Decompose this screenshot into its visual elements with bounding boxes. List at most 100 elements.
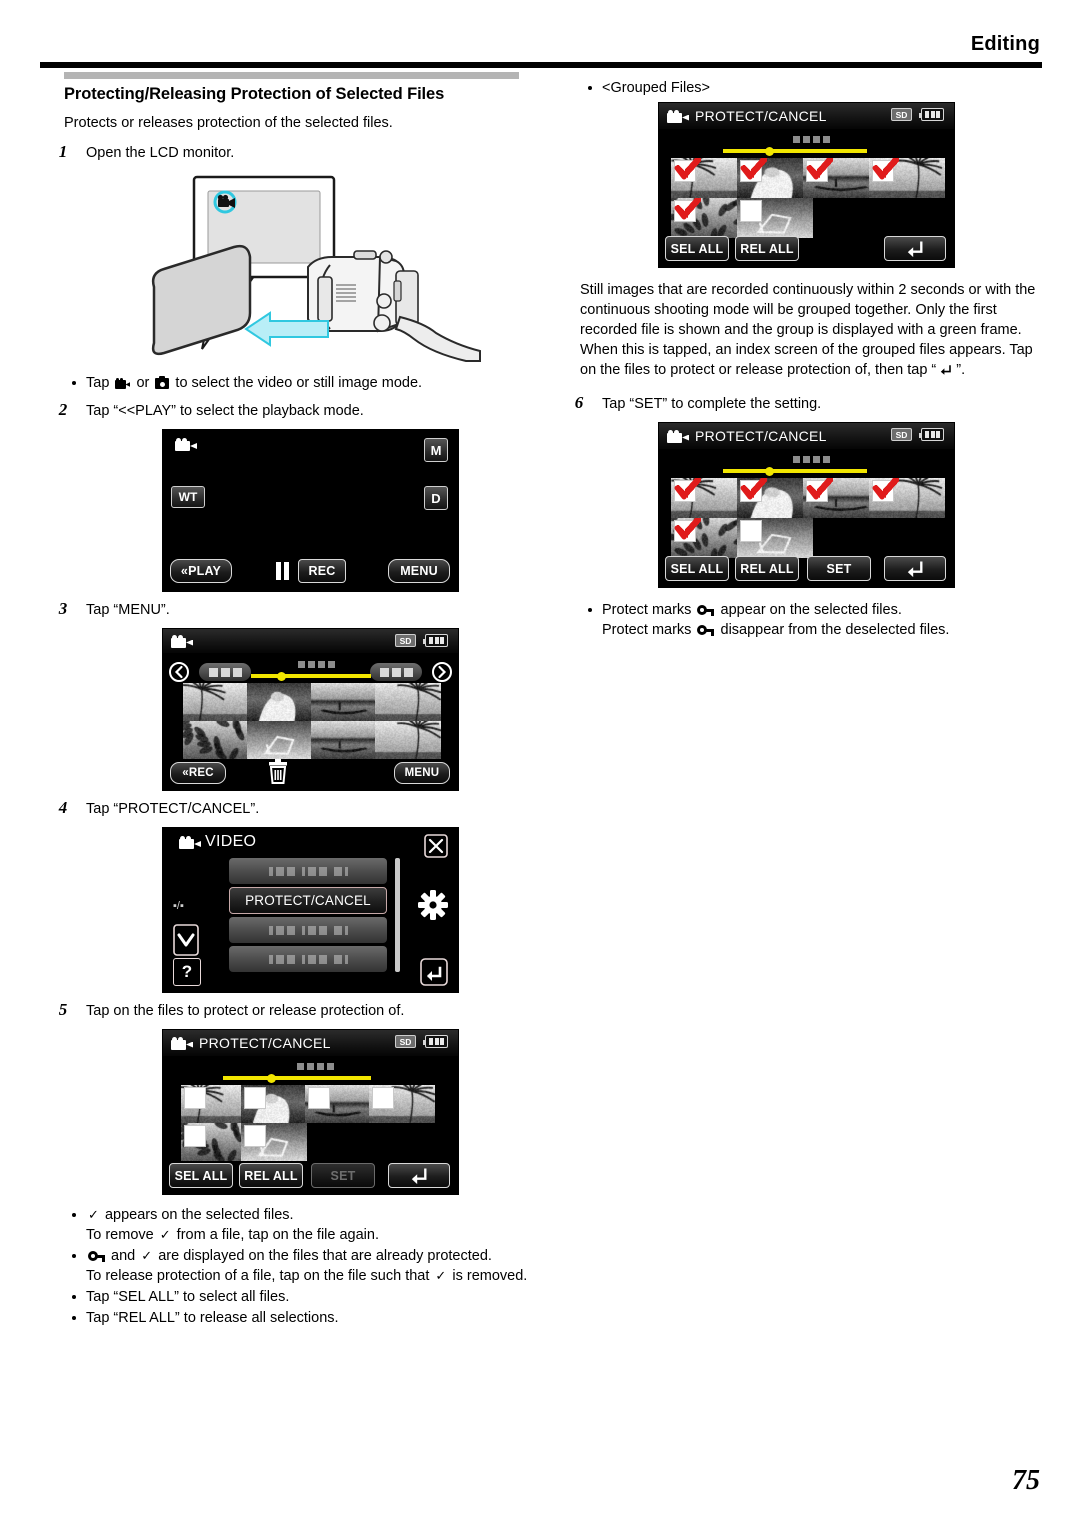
display-indicator[interactable]: D [424,486,448,510]
slider-knob[interactable] [765,467,774,476]
thumbnail-item[interactable] [183,721,249,759]
thumbnail-item[interactable] [369,1085,435,1123]
thumbnail-item[interactable] [311,721,377,759]
thumbnail-item[interactable] [671,158,747,198]
scroll-down-icon[interactable] [173,924,199,956]
file-checkbox[interactable] [674,200,696,222]
menu-row-blurred[interactable] [229,858,387,884]
file-checkbox[interactable] [806,480,828,502]
slider-knob[interactable] [765,147,774,156]
slider-knob[interactable] [267,1074,276,1083]
video-menu-screen[interactable]: VIDEO ▪/▪ ? PROTECT/CANCEL [162,827,459,993]
rel-all-button[interactable]: REL ALL [239,1163,303,1188]
thumbnail-item[interactable] [375,721,441,759]
thumbnail-item[interactable] [803,478,879,518]
thumbnail-item[interactable] [181,1085,247,1123]
thumbnail-item[interactable] [671,478,747,518]
note-rel-all: Tap “REL ALL” to release all selections. [64,1308,544,1328]
file-checkbox[interactable] [674,160,696,182]
thumbnail-item[interactable] [305,1085,371,1123]
sel-all-button[interactable]: SEL ALL [665,556,729,581]
date-group-right[interactable] [370,663,422,681]
file-checkbox[interactable] [872,480,894,502]
file-checkbox[interactable] [372,1087,394,1109]
set-screen-titlebar: PROTECT/CANCEL SD [659,423,954,449]
thumbnail-item[interactable] [181,1123,247,1161]
file-checkbox[interactable] [244,1125,266,1147]
thumbnail-item[interactable] [737,518,813,558]
zoom-wt-indicator[interactable]: WT [171,486,205,508]
index-slider-knob[interactable] [277,672,286,681]
date-group-left[interactable] [199,663,251,681]
back-icon[interactable] [420,958,448,986]
file-checkbox[interactable] [674,520,696,542]
rec-button[interactable]: «REC [170,762,226,784]
slider-track[interactable] [223,1076,371,1080]
grouped-screen-titlebar: PROTECT/CANCEL SD [659,103,954,129]
thumbnail-item[interactable] [241,1085,307,1123]
thumbnail-item[interactable] [247,683,313,721]
thumbnail-item[interactable] [375,683,441,721]
thumbnail-item[interactable] [311,683,377,721]
delete-trash-icon[interactable] [267,759,289,785]
back-button[interactable] [884,236,946,261]
menu-button[interactable]: MENU [388,559,450,583]
sel-all-button[interactable]: SEL ALL [169,1163,233,1188]
menu-scrollbar[interactable] [395,858,400,972]
note-release-post: is removed. [452,1268,527,1284]
close-icon[interactable] [424,834,448,858]
section-lead: Protects or releases protection of the s… [64,115,544,131]
thumbnail-item[interactable] [737,478,813,518]
rel-all-button[interactable]: REL ALL [735,556,799,581]
slider-track[interactable] [723,149,867,153]
menu-row-blurred[interactable] [229,917,387,943]
prev-page-icon[interactable] [169,661,189,683]
sel-all-button[interactable]: SEL ALL [665,236,729,261]
protect-cancel-grouped-screen[interactable]: PROTECT/CANCEL SD SEL ALL REL ALL [658,102,955,268]
thumbnail-item[interactable] [183,683,249,721]
help-button[interactable]: ? [173,958,201,986]
set-button[interactable]: SET [311,1163,375,1188]
file-checkbox[interactable] [184,1087,206,1109]
file-checkbox[interactable] [740,160,762,182]
play-button[interactable]: «PLAY [170,559,232,583]
back-button[interactable] [884,556,946,581]
record-standby-screen[interactable]: WT M D «PLAY REC MENU [162,429,459,592]
set-button[interactable]: SET [807,556,871,581]
thumbnail-item[interactable] [737,158,813,198]
note-protect-marks-pre: Protect marks [602,602,691,618]
thumbnail-item[interactable] [737,198,813,238]
file-checkbox[interactable] [308,1087,330,1109]
file-checkbox[interactable] [184,1125,206,1147]
rec-button[interactable]: REC [298,559,346,583]
menu-row-blurred[interactable] [229,946,387,972]
slider-track[interactable] [723,469,867,473]
index-screen[interactable]: SD «REC MENU [162,628,459,791]
menu-button[interactable]: MENU [394,762,450,784]
thumbnail-item[interactable] [671,198,747,238]
next-page-icon[interactable] [432,661,452,683]
thumbnail-item[interactable] [671,518,747,558]
protect-cancel-set-screen[interactable]: PROTECT/CANCEL SD SEL ALL REL ALL SET [658,422,955,588]
thumbnail-item[interactable] [247,721,313,759]
thumbnail-item[interactable] [869,158,945,198]
file-checkbox[interactable] [740,480,762,502]
file-checkbox[interactable] [872,160,894,182]
file-checkbox[interactable] [674,480,696,502]
menu-row-protect-cancel[interactable]: PROTECT/CANCEL [229,887,387,914]
note-grouped-files-label: <Grouped Files> [580,78,1050,98]
index-slider-track[interactable] [251,674,371,678]
file-checkbox[interactable] [740,200,762,222]
file-checkbox[interactable] [740,520,762,542]
thumbnail-item[interactable] [241,1123,307,1161]
gear-icon[interactable] [418,890,448,920]
file-checkbox[interactable] [244,1087,266,1109]
protect-cancel-screen[interactable]: PROTECT/CANCEL SD SEL ALL REL ALL SET [162,1029,459,1195]
rel-all-button[interactable]: REL ALL [735,236,799,261]
thumbnail-item[interactable] [869,478,945,518]
file-checkbox[interactable] [806,160,828,182]
manual-mode-indicator[interactable]: M [424,438,448,462]
back-button[interactable] [388,1163,450,1188]
thumbnail-item[interactable] [803,158,879,198]
step-6-text: Tap “SET” to complete the setting. [602,394,1050,414]
